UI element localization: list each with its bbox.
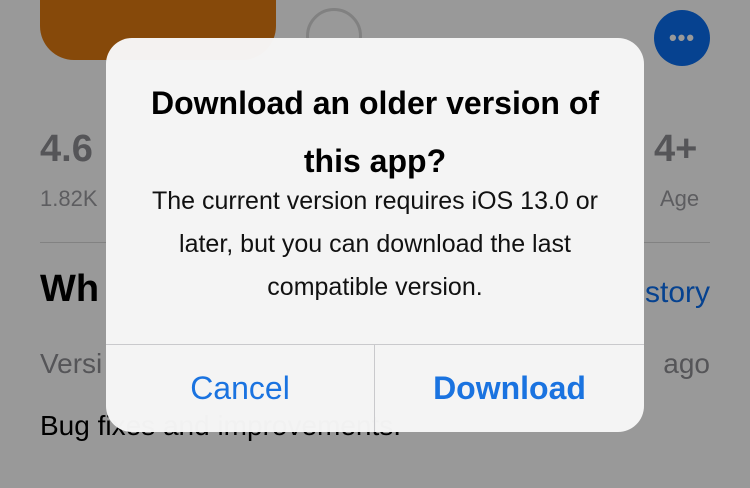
app-store-page: ••• 4.6 1.82K 4+ Age Wh story Versi ago … (0, 0, 750, 488)
alert-message: The current version requires iOS 13.0 or… (151, 187, 599, 301)
download-older-version-alert: Download an older version of this app? T… (106, 38, 644, 432)
cancel-button[interactable]: Cancel (106, 345, 374, 432)
alert-title: Download an older version of this app? (150, 85, 600, 179)
download-button[interactable]: Download (375, 345, 644, 432)
